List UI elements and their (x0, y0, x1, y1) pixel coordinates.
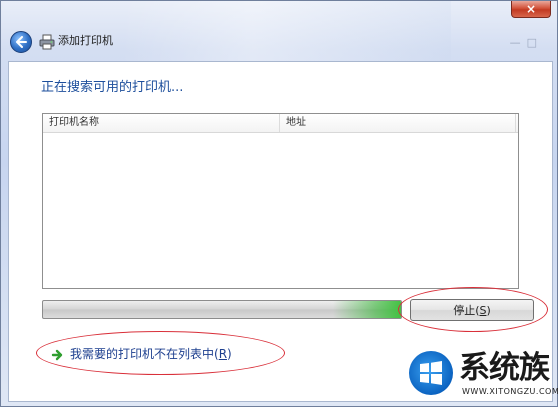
window-title: 添加打印机 (58, 34, 113, 47)
column-address[interactable]: 地址 (286, 116, 306, 129)
window-frame: × 添加打印机 —□ 正在搜索可用的打印机... 打印机名称 地址 停止(S … (0, 0, 558, 407)
printer-list[interactable]: 打印机名称 地址 (42, 113, 519, 289)
highlight-circle-stop (398, 287, 548, 332)
back-arrow-icon (16, 36, 27, 48)
watermark: 系统族 WWW.XITONGZU.COM (405, 349, 558, 403)
window-controls-faded: —□ (510, 36, 543, 49)
minimize-icon: — (509, 36, 527, 49)
column-divider[interactable] (279, 114, 280, 132)
column-printer-name[interactable]: 打印机名称 (49, 116, 99, 129)
close-icon: × (525, 2, 537, 16)
watermark-name: 系统族 (459, 350, 550, 386)
maximize-icon: □ (526, 36, 543, 49)
search-progress-bar (42, 300, 402, 319)
list-header: 打印机名称 地址 (43, 114, 518, 133)
watermark-url: WWW.XITONGZU.COM (462, 387, 558, 396)
windows-logo-icon (409, 351, 453, 395)
column-divider[interactable] (515, 114, 516, 132)
search-heading: 正在搜索可用的打印机... (41, 80, 184, 95)
close-button[interactable]: × (511, 1, 551, 18)
highlight-circle-link (36, 331, 285, 375)
back-button[interactable] (10, 31, 32, 53)
progress-glow (333, 301, 401, 318)
printer-icon (39, 34, 55, 50)
